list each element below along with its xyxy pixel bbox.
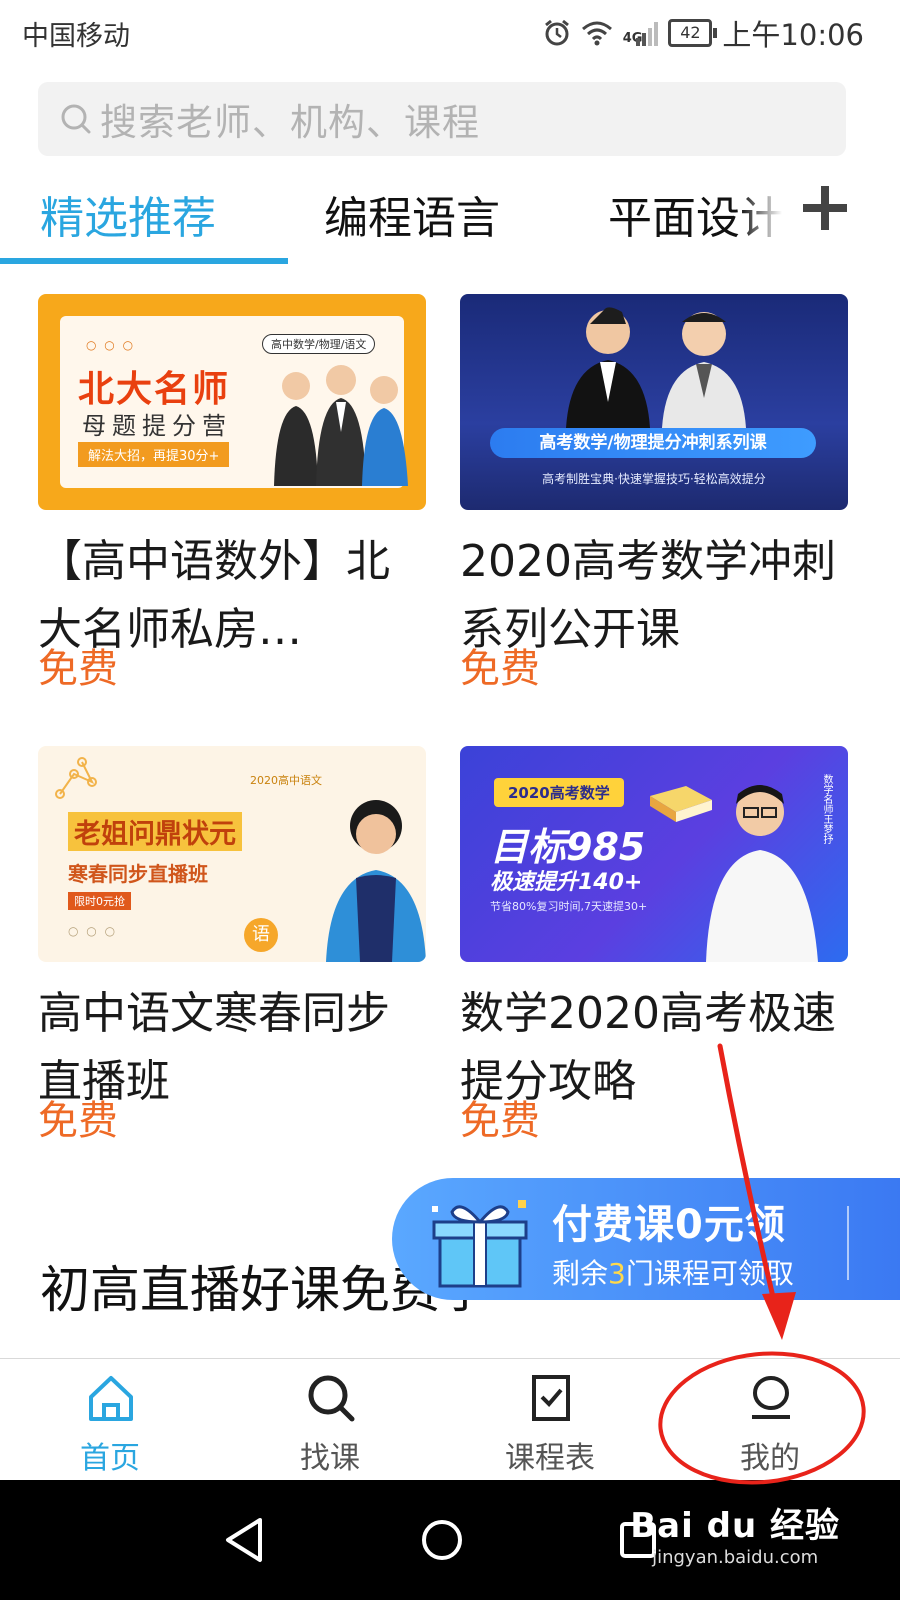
thumb-headline: 高考数学/物理提分冲刺系列课: [490, 428, 816, 458]
thumb-tag: 高中数学/物理/语文: [262, 334, 376, 354]
subject-seal: 语: [244, 918, 278, 952]
thumb-subline: 极速提升140+: [490, 870, 643, 895]
nav-home[interactable]: 首页: [0, 1359, 220, 1481]
tab-programming[interactable]: 编程语言: [324, 182, 500, 246]
nav-find-course-label: 找课: [300, 1441, 360, 1476]
thumb-subline: 高考制胜宝典·快速掌握技巧·轻松高效提分: [542, 472, 766, 486]
thumb-headline: 北大名师: [78, 369, 231, 410]
decoration-dots: ○ ○ ○: [86, 338, 136, 352]
course-card[interactable]: 2020高中语文 老姐问鼎状元 寒春同步直播班 限时0元抢 ○ ○ ○ 语 高中…: [38, 746, 426, 1146]
thumb-subline: 寒春同步直播班: [68, 862, 208, 886]
battery-icon: 42: [668, 19, 718, 47]
nav-find-course[interactable]: 找课: [220, 1359, 440, 1481]
bottom-nav: 首页 找课 课程表 我的: [0, 1358, 900, 1481]
thumb-tag: 2020高中语文: [250, 774, 322, 787]
search-icon: [61, 104, 91, 134]
add-category-icon[interactable]: [795, 178, 855, 238]
course-thumbnail[interactable]: ○ ○ ○ 高中数学/物理/语文 北大名师 母题提分营 解法大招，再提30分+: [38, 294, 426, 510]
thumb-subline: 母题提分营: [82, 412, 232, 440]
nav-profile-label: 我的: [740, 1441, 800, 1476]
watermark: Bai du 经验 jingyan.baidu.com: [630, 1498, 840, 1568]
teacher-photo: [706, 785, 818, 962]
thumb-note: 解法大招，再提30分+: [78, 442, 230, 467]
promo-title: 付费课0元领: [552, 1202, 786, 1248]
clock: 上午10:06: [722, 18, 864, 52]
nav-home-label: 首页: [80, 1441, 140, 1476]
decoration-dots: ○ ○ ○: [68, 924, 118, 938]
tab-featured[interactable]: 精选推荐: [40, 182, 216, 246]
free-course-promo-banner[interactable]: 付费课0元领 剩余3门课程可领取: [392, 1178, 900, 1300]
back-icon[interactable]: [222, 1516, 266, 1564]
search-placeholder: 搜索老师、机构、课程: [100, 101, 480, 144]
nav-schedule[interactable]: 课程表: [440, 1359, 660, 1481]
course-card[interactable]: ○ ○ ○ 高中数学/物理/语文 北大名师 母题提分营 解法大招，再提30分+ …: [38, 294, 426, 694]
thumb-headline: 目标985: [490, 825, 646, 869]
wifi-icon: [581, 21, 612, 46]
thumb-note: 限时0元抢: [68, 892, 131, 910]
course-card[interactable]: 高考数学/物理提分冲刺系列课 高考制胜宝典·快速掌握技巧·轻松高效提分 2020…: [460, 294, 848, 694]
teachers-photo: [566, 307, 746, 428]
home-button-icon[interactable]: [420, 1518, 464, 1562]
search-bar[interactable]: 搜索老师、机构、课程: [38, 82, 846, 156]
home-icon: [89, 1376, 133, 1421]
watermark-url: jingyan.baidu.com: [652, 1547, 819, 1568]
promo-remaining-count: 3: [608, 1257, 626, 1290]
teacher-photo: [326, 800, 426, 962]
cell-signal-icon: 4G: [623, 20, 659, 46]
course-card[interactable]: 2020高考数学 目标985 极速提升140+ 节省80%复习时间,7天速提30…: [460, 746, 848, 1146]
watermark-logo: Bai du 经验: [630, 1506, 840, 1546]
promo-divider: [847, 1206, 849, 1280]
search-icon: [308, 1375, 355, 1422]
carrier-name: 中国移动: [22, 21, 130, 52]
status-bar: 中国移动 4G 42 上午10:06: [0, 0, 900, 62]
thumb-tag: 2020高考数学: [494, 778, 624, 807]
status-icons: 4G 42 上午10:06: [543, 12, 864, 54]
course-thumbnail[interactable]: 2020高考数学 目标985 极速提升140+ 节省80%复习时间,7天速提30…: [460, 746, 848, 962]
nav-profile[interactable]: 我的: [660, 1359, 880, 1481]
thumb-note: 节省80%复习时间,7天速提30+: [490, 900, 648, 913]
schedule-icon: [532, 1375, 570, 1421]
teacher-name: 数学名师王梦抒: [821, 774, 832, 844]
teachers-photo: [274, 365, 408, 486]
alarm-icon: [544, 19, 569, 46]
tab-fade-overlay: [740, 182, 800, 262]
nav-schedule-label: 课程表: [505, 1441, 595, 1476]
gift-box-icon: [432, 1200, 528, 1288]
profile-icon: [752, 1376, 790, 1419]
thumb-headline: 老姐问鼎状元: [68, 812, 242, 851]
course-thumbnail[interactable]: 2020高中语文 老姐问鼎状元 寒春同步直播班 限时0元抢 ○ ○ ○ 语: [38, 746, 426, 962]
promo-subtitle: 剩余3门课程可领取: [552, 1257, 794, 1290]
active-tab-indicator: [0, 258, 288, 264]
course-price: 免费: [460, 1098, 540, 1144]
course-price: 免费: [38, 1098, 118, 1144]
course-thumbnail[interactable]: 高考数学/物理提分冲刺系列课 高考制胜宝典·快速掌握技巧·轻松高效提分: [460, 294, 848, 510]
molecule-decoration-icon: [55, 757, 97, 799]
